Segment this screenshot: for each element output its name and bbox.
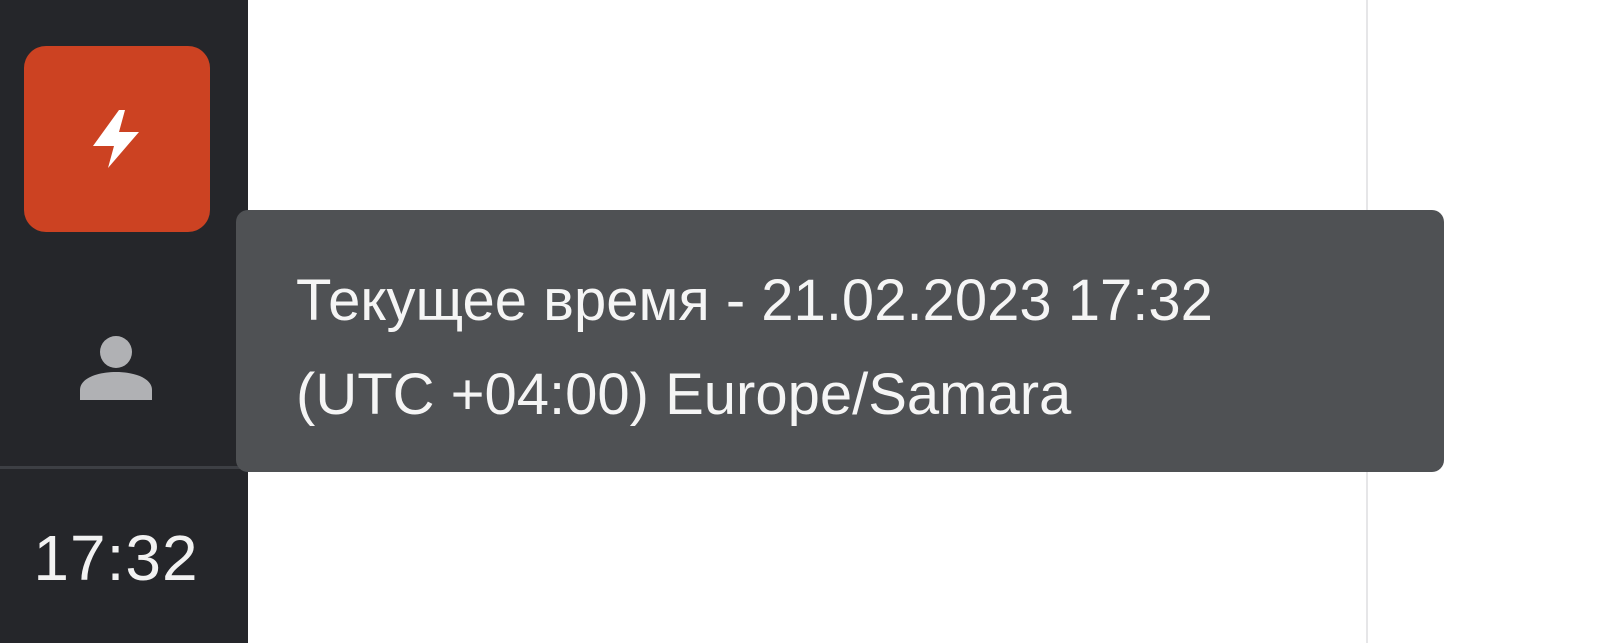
app-launcher-button[interactable] (24, 46, 210, 232)
sidebar-divider (0, 466, 248, 469)
current-time-clock[interactable]: 17:32 (0, 516, 232, 600)
current-time-tooltip: Текущее время - 21.02.2023 17:32 (UTC +0… (236, 210, 1444, 472)
profile-button[interactable] (68, 318, 164, 414)
screen: 17:32 Текущее время - 21.02.2023 17:32 (… (0, 0, 1599, 643)
sidebar: 17:32 (0, 0, 248, 643)
tooltip-timezone-text: (UTC +04:00) Europe/Samara (296, 362, 1072, 427)
user-icon (80, 336, 152, 400)
tooltip-datetime-text: Текущее время - 21.02.2023 17:32 (296, 268, 1213, 333)
lightning-bolt-icon (93, 110, 139, 168)
